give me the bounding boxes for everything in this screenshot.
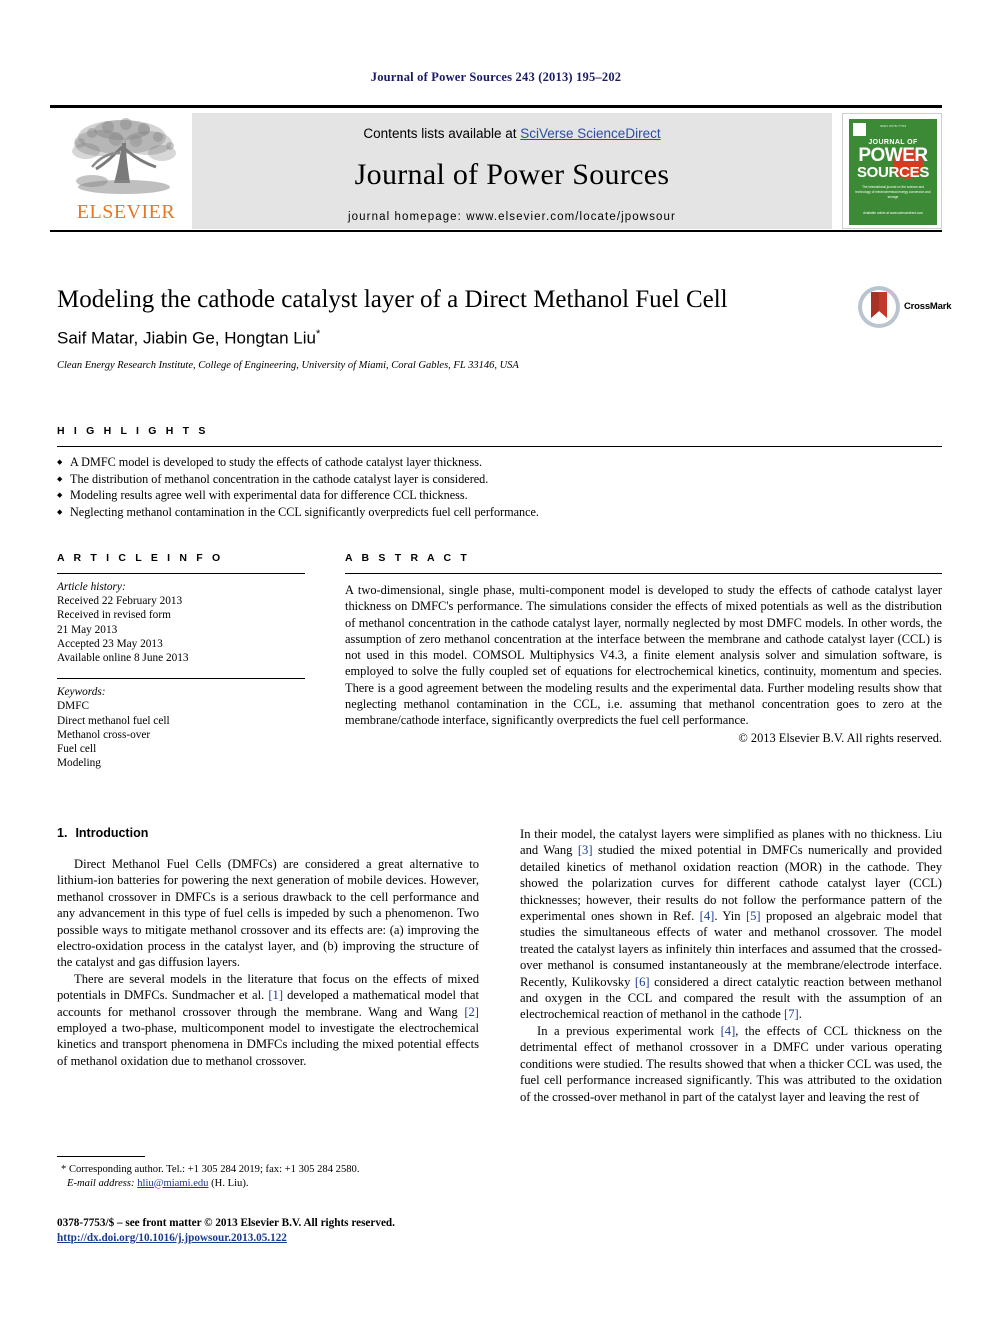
- keyword-item: DMFC: [57, 700, 90, 713]
- list-item: Modeling results agree well with experim…: [57, 487, 942, 504]
- citation-link[interactable]: [4]: [700, 909, 715, 923]
- author-list: Saif Matar, Jiabin Ge, Hongtan Liu*: [57, 328, 942, 349]
- cover-artwork: ISSN 0378-7753 JOURNAL OF POWER SOURCES …: [849, 119, 937, 225]
- body-text-run: employed a two-phase, multicomponent mod…: [57, 1021, 479, 1068]
- history-item: Available online 8 June 2013: [57, 652, 189, 665]
- highlights-list: A DMFC model is developed to study the e…: [57, 447, 942, 520]
- email-owner: (H. Liu).: [211, 1177, 249, 1189]
- journal-masthead: ELSEVIER Contents lists available at Sci…: [50, 105, 942, 233]
- email-address-label: E-mail address:: [67, 1177, 135, 1189]
- body-column-right: In their model, the catalyst layers were…: [520, 826, 942, 1105]
- history-item: 21 May 2013: [57, 623, 118, 636]
- citation-link[interactable]: [7]: [784, 1007, 799, 1021]
- footer-issn-block: 0378-7753/$ – see front matter © 2013 El…: [57, 1216, 557, 1246]
- article-history-block: Article history: Received 22 February 20…: [57, 574, 305, 665]
- crossmark-label: CrossMark: [904, 301, 952, 312]
- cover-bottom-text: Available online at www.sciencedirect.co…: [863, 211, 923, 215]
- corresponding-author-footnote: * Corresponding author. Tel.: +1 305 284…: [57, 1156, 479, 1190]
- highlights-heading: H I G H L I G H T S: [57, 425, 209, 437]
- highlights-section: H I G H L I G H T S A DMFC model is deve…: [57, 425, 942, 520]
- history-item: Received in revised form: [57, 609, 171, 622]
- keywords-block: Keywords: DMFC Direct methanol fuel cell…: [57, 679, 305, 770]
- footnote-email-line: E-mail address: hliu@miami.edu (H. Liu).: [57, 1177, 479, 1191]
- contents-prefix: Contents lists available at: [363, 126, 521, 141]
- abstract-heading: A B S T R A C T: [345, 552, 470, 564]
- list-item: Neglecting methanol contamination in the…: [57, 504, 942, 521]
- crossmark-badge[interactable]: CrossMark: [857, 285, 952, 331]
- body-paragraph: There are several models in the literatu…: [57, 971, 479, 1069]
- elsevier-tree-icon: [72, 118, 176, 194]
- body-paragraph: Direct Methanol Fuel Cells (DMFCs) are c…: [57, 857, 479, 970]
- article-page: Journal of Power Sources 243 (2013) 195–…: [0, 0, 992, 1323]
- article-history-label: Article history:: [57, 581, 126, 593]
- history-item: Accepted 23 May 2013: [57, 637, 163, 650]
- body-paragraph: In their model, the catalyst layers were…: [520, 826, 942, 1023]
- author-names: Saif Matar, Jiabin Ge, Hongtan Liu: [57, 328, 316, 348]
- crossmark-icon: [858, 286, 900, 328]
- cover-power-word: POWER: [858, 145, 928, 166]
- page-title: Modeling the cathode catalyst layer of a…: [57, 286, 728, 313]
- citation-link[interactable]: [1]: [268, 988, 283, 1002]
- list-item: A DMFC model is developed to study the e…: [57, 454, 942, 471]
- journal-title: Journal of Power Sources: [354, 158, 670, 191]
- citation-link[interactable]: [3]: [578, 843, 593, 857]
- masthead-bottom-rule: [50, 230, 942, 232]
- article-info-column: A R T I C L E I N F O Article history: R…: [57, 552, 305, 770]
- cover-issn: ISSN 0378-7753: [879, 124, 907, 128]
- citation-link[interactable]: [5]: [746, 909, 761, 923]
- body-column-left: 1. Introduction Direct Methanol Fuel Cell…: [57, 826, 479, 1069]
- title-block: Modeling the cathode catalyst layer of a…: [57, 285, 952, 371]
- keyword-item: Fuel cell: [57, 743, 97, 756]
- keyword-item: Modeling: [57, 757, 101, 770]
- footnote-corresponding: * Corresponding author. Tel.: +1 305 284…: [61, 1164, 360, 1175]
- journal-banner: Contents lists available at SciVerse Sci…: [192, 113, 832, 229]
- doi-link[interactable]: http://dx.doi.org/10.1016/j.jpowsour.201…: [57, 1232, 287, 1244]
- body-text-run: . Yin: [714, 909, 746, 924]
- section-title: Introduction: [75, 826, 149, 840]
- journal-homepage[interactable]: journal homepage: www.elsevier.com/locat…: [192, 211, 832, 223]
- citation-link[interactable]: [4]: [721, 1024, 736, 1038]
- running-head: Journal of Power Sources 243 (2013) 195–…: [370, 70, 622, 84]
- keyword-item: Methanol cross-over: [57, 728, 151, 741]
- corresponding-marker: *: [315, 328, 321, 340]
- body-text-run: .: [798, 1007, 802, 1022]
- footnote-rule: [57, 1156, 145, 1157]
- issn-line: 0378-7753/$ – see front matter © 2013 El…: [57, 1217, 395, 1229]
- email-link[interactable]: hliu@miami.edu: [137, 1178, 208, 1189]
- body-text-run: In a previous experimental work: [537, 1023, 721, 1038]
- section-heading-introduction: 1. Introduction: [57, 826, 479, 840]
- history-item: Received 22 February 2013: [57, 595, 183, 608]
- abstract-column: A B S T R A C T A two-dimensional, singl…: [345, 552, 942, 746]
- body-paragraph: In a previous experimental work [4], the…: [520, 1023, 942, 1105]
- list-item: The distribution of methanol concentrati…: [57, 471, 942, 488]
- elsevier-logo: ELSEVIER: [62, 113, 190, 229]
- elsevier-wordmark: ELSEVIER: [76, 201, 176, 223]
- abstract-copyright: © 2013 Elsevier B.V. All rights reserved…: [738, 730, 942, 745]
- section-number: 1.: [57, 826, 68, 840]
- abstract-text: A two-dimensional, single phase, multi-c…: [345, 583, 942, 728]
- citation-link[interactable]: [2]: [464, 1005, 479, 1019]
- cover-subtitle: The international journal on the science…: [855, 185, 931, 199]
- cover-sources-word: SOURCES: [856, 164, 930, 181]
- keywords-label: Keywords:: [57, 686, 106, 699]
- contents-line: Contents lists available at SciVerse Sci…: [192, 113, 832, 141]
- masthead-top-rule: [50, 105, 942, 108]
- journal-cover-image: ISSN 0378-7753 JOURNAL OF POWER SOURCES …: [842, 113, 942, 229]
- sciencedirect-link[interactable]: SciVerse ScienceDirect: [520, 126, 660, 141]
- article-info-heading: A R T I C L E I N F O: [57, 552, 224, 564]
- keyword-item: Direct methanol fuel cell: [57, 714, 170, 727]
- affiliation: Clean Energy Research Institute, College…: [57, 359, 519, 371]
- citation-link[interactable]: [6]: [635, 975, 650, 989]
